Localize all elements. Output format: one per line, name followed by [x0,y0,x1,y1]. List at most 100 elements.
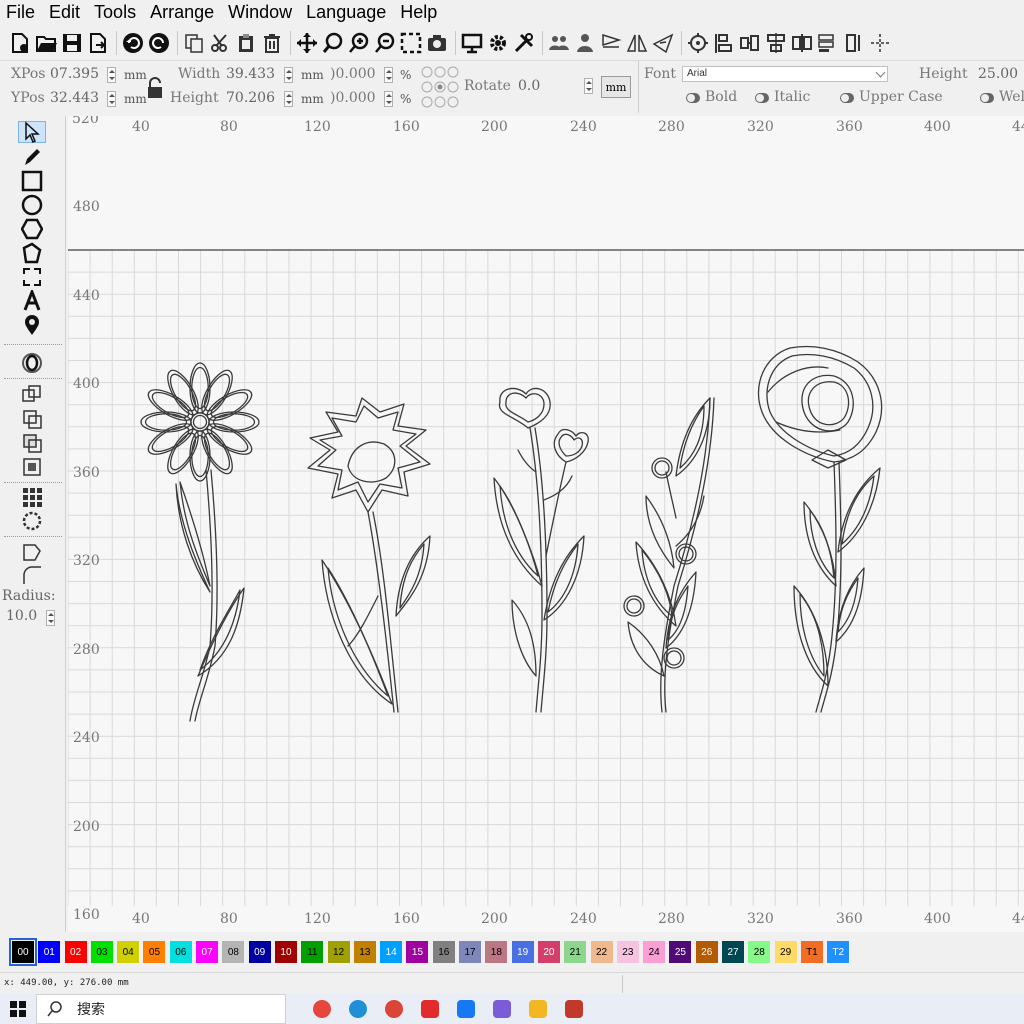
ungroup-button[interactable] [573,29,597,57]
color-swatch-07[interactable]: 07 [196,941,219,963]
union-tool[interactable] [18,408,46,430]
lock-ratio-icon[interactable] [146,77,164,99]
corner-tool[interactable] [18,540,46,562]
scale-y-input[interactable]: )0.000 [330,90,376,106]
ellipse-tool[interactable] [18,194,46,216]
taskbar-search-box[interactable]: 搜索 [36,994,286,1024]
save-button[interactable] [60,29,84,57]
align-left-button[interactable] [712,29,736,57]
zoom-fit-button[interactable] [321,29,345,57]
xpos-input[interactable]: 07.395 [50,66,99,82]
pan-button[interactable] [295,29,319,57]
font-select[interactable]: Arial [682,66,888,82]
align-right-button[interactable] [738,29,762,57]
taskbar-app[interactable] [412,994,448,1024]
menu-window[interactable]: Window [221,0,299,24]
color-swatch-24[interactable]: 24 [643,941,666,963]
color-swatch-00[interactable]: 00 [9,938,37,966]
tulip-buds-design[interactable] [493,387,589,713]
xpos-spinner[interactable] [107,67,116,83]
mirror-button[interactable] [651,29,675,57]
menu-help[interactable]: Help [393,0,444,24]
color-swatch-15[interactable]: 15 [406,941,429,963]
color-swatch-19[interactable]: 19 [511,941,534,963]
radius-input[interactable]: 10.0 [6,608,37,624]
cut-button[interactable] [208,29,232,57]
undo-button[interactable] [121,29,145,57]
color-swatch-10[interactable]: 10 [274,941,297,963]
device-button[interactable] [460,29,484,57]
bold-toggle[interactable] [686,93,700,103]
group-button[interactable] [547,29,571,57]
array-button[interactable] [816,29,840,57]
open-file-button[interactable] [34,29,58,57]
vertical-distribute-button[interactable] [842,29,866,57]
align-center-button[interactable] [764,29,788,57]
color-swatch-16[interactable]: 16 [432,941,455,963]
zoom-selection-button[interactable] [399,29,423,57]
flip-horizontal-button[interactable] [625,29,649,57]
zoom-out-button[interactable] [373,29,397,57]
zoom-in-button[interactable] [347,29,371,57]
color-swatch-21[interactable]: 21 [564,941,587,963]
delete-button[interactable] [260,29,284,57]
redo-button[interactable] [147,29,171,57]
crosshair-button[interactable] [868,29,892,57]
color-swatch-23[interactable]: 23 [616,941,639,963]
paste-button[interactable] [234,29,258,57]
rotate-input[interactable]: 0.0 [518,78,540,94]
ypos-input[interactable]: 32.443 [50,90,99,106]
select-tool[interactable] [18,121,46,143]
radius-spinner[interactable] [46,610,55,626]
anchor-grid-icon[interactable] [420,65,460,109]
color-swatch-03[interactable]: 03 [90,941,113,963]
leafy-branch-design[interactable] [623,397,715,713]
color-swatch-27[interactable]: 27 [722,941,745,963]
color-swatch-28[interactable]: 28 [748,941,771,963]
color-swatch-04[interactable]: 04 [117,941,140,963]
color-swatch-11[interactable]: 11 [301,941,324,963]
start-button[interactable] [0,994,36,1024]
units-toggle-button[interactable]: mm [601,76,631,98]
color-swatch-17[interactable]: 17 [459,941,482,963]
weld-tool[interactable] [18,384,46,406]
menu-arrange[interactable]: Arrange [143,0,221,24]
color-swatch-08[interactable]: 08 [222,941,245,963]
color-swatch-01[interactable]: 01 [38,941,61,963]
taskbar-app[interactable] [376,994,412,1024]
color-swatch-14[interactable]: 14 [380,941,403,963]
taskbar-app[interactable] [340,994,376,1024]
taskbar-app[interactable] [304,994,340,1024]
text-tool[interactable] [18,290,46,312]
color-swatch-09[interactable]: 09 [248,941,271,963]
color-swatch-25[interactable]: 25 [669,941,692,963]
color-swatch-02[interactable]: 02 [64,941,87,963]
drawing-canvas[interactable]: 40 80 120 160 200 240 280 320 360 400 44… [68,116,1024,932]
distribute-button[interactable] [790,29,814,57]
color-swatch-t2[interactable]: T2 [827,941,850,963]
color-swatch-29[interactable]: 29 [774,941,797,963]
scale-x-spinner[interactable] [384,67,393,83]
menu-language[interactable]: Language [299,0,393,24]
taskbar-app[interactable] [484,994,520,1024]
pen-tool[interactable] [18,146,46,168]
menu-file[interactable]: File [0,0,42,24]
center-button[interactable] [686,29,710,57]
scale-y-spinner[interactable] [384,91,393,107]
color-swatch-12[interactable]: 12 [327,941,350,963]
copy-button[interactable] [182,29,206,57]
camera-button[interactable] [425,29,449,57]
width-input[interactable]: 39.433 [226,66,275,82]
tools-button[interactable] [512,29,536,57]
circular-array-tool[interactable] [18,510,46,532]
height-spinner[interactable] [284,91,293,107]
subtract-tool[interactable] [18,432,46,454]
color-swatch-18[interactable]: 18 [485,941,508,963]
color-swatch-06[interactable]: 06 [169,941,192,963]
menu-edit[interactable]: Edit [42,0,87,24]
weld-toggle[interactable] [980,93,994,103]
menu-tools[interactable]: Tools [87,0,143,24]
height-input[interactable]: 70.206 [226,90,275,106]
color-swatch-13[interactable]: 13 [353,941,376,963]
grid-array-tool[interactable] [18,486,46,508]
